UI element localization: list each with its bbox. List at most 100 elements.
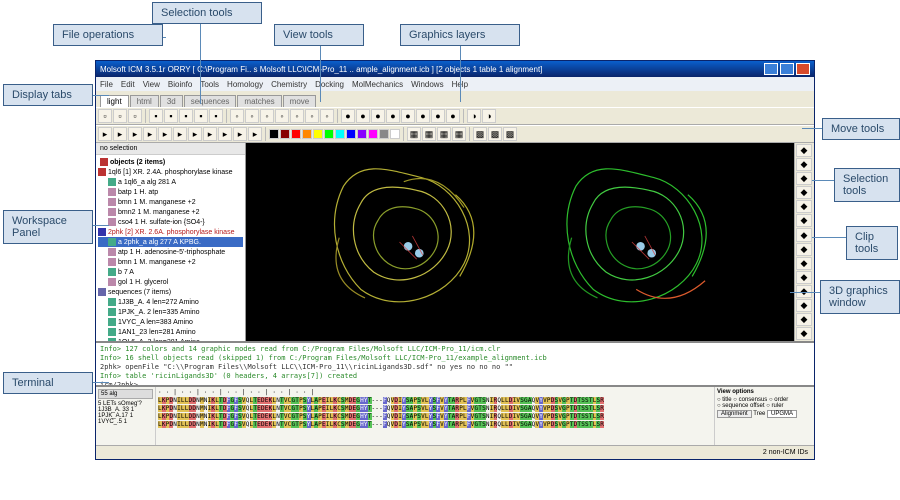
terminal[interactable]: Info> 127 colors and 14 graphic modes re… [96, 341, 814, 385]
label-icon[interactable]: ● [401, 109, 415, 123]
tree-item[interactable]: batp 1 H. atp [98, 187, 243, 197]
tab-sequences[interactable]: sequences [184, 95, 237, 107]
fullscreen-icon[interactable]: ▸ [203, 127, 217, 141]
grid-icon[interactable]: ▩ [473, 127, 487, 141]
ribbon-icon[interactable]: ● [341, 109, 355, 123]
clip-icon[interactable]: ▸ [173, 127, 187, 141]
tree-item[interactable]: bmn 1 M. manganese +2 [98, 257, 243, 267]
palette-color-6[interactable] [335, 129, 345, 139]
palette-color-10[interactable] [379, 129, 389, 139]
tree-item[interactable]: 1J3B_A. 4 len=272 Amino [98, 297, 243, 307]
seq-row[interactable]: LKPDNILLDDNMNIKLTDFGFSVQLTEDEKLNTVCGTPSY… [158, 413, 712, 421]
lasso-r-icon[interactable]: ◆ [796, 228, 812, 241]
menu-file[interactable]: File [100, 80, 113, 89]
layer1-icon[interactable]: ▦ [407, 127, 421, 141]
palette-color-7[interactable] [346, 129, 356, 139]
menu-windows[interactable]: Windows [411, 80, 443, 89]
grow-icon[interactable]: ◦ [320, 109, 334, 123]
tree-item[interactable]: gol 1 H. glycerol [98, 277, 243, 287]
layer4-icon[interactable]: ▦ [452, 127, 466, 141]
tree-item[interactable]: sequences (7 items) [98, 287, 243, 297]
connect-icon[interactable]: ◆ [796, 313, 812, 326]
snapshot-icon[interactable]: ▸ [233, 127, 247, 141]
menu-homology[interactable]: Homology [227, 80, 263, 89]
seq-label[interactable]: 1VYC_.5 1 [98, 419, 153, 425]
layer3-icon[interactable]: ▦ [437, 127, 451, 141]
paste-icon[interactable]: ▪ [209, 109, 223, 123]
slab-icon[interactable]: ◆ [796, 299, 812, 312]
select-icon[interactable]: ◦ [230, 109, 244, 123]
pick-atom-icon[interactable]: ◆ [796, 186, 812, 199]
tree-dropdown[interactable]: UPGMA [767, 410, 797, 418]
undo-icon[interactable]: ▪ [149, 109, 163, 123]
tab-move[interactable]: move [283, 95, 317, 107]
lasso-icon[interactable]: ◦ [245, 109, 259, 123]
color-res-icon[interactable]: ◑ [482, 109, 496, 123]
move-icon[interactable]: ◆ [796, 144, 812, 157]
menu-view[interactable]: View [143, 80, 160, 89]
palette-color-0[interactable] [269, 129, 279, 139]
palette-color-4[interactable] [313, 129, 323, 139]
hbond-icon[interactable]: ● [431, 109, 445, 123]
tree-item[interactable]: 2phk [2] XR. 2.6A. phosphorylase kinase [98, 227, 243, 237]
tab-matches[interactable]: matches [237, 95, 281, 107]
save-icon[interactable]: ▫ [113, 109, 127, 123]
tree-item[interactable]: atp 1 H. adenosine-5'-triphosphate [98, 247, 243, 257]
surface-icon[interactable]: ● [371, 109, 385, 123]
undo-view-icon[interactable]: ▸ [248, 127, 262, 141]
clip-front-icon[interactable]: ◆ [796, 271, 812, 284]
menu-bioinfo[interactable]: Bioinfo [168, 80, 192, 89]
tree-item[interactable]: 1AN1_23 len=281 Amino [98, 327, 243, 337]
minimize-icon[interactable] [764, 63, 778, 75]
site-icon[interactable]: ● [416, 109, 430, 123]
palette-color-9[interactable] [368, 129, 378, 139]
menu-tools[interactable]: Tools [200, 80, 219, 89]
menu-edit[interactable]: Edit [121, 80, 135, 89]
palette-color-1[interactable] [280, 129, 290, 139]
redo-icon[interactable]: ▪ [164, 109, 178, 123]
zoom-icon[interactable]: ▸ [128, 127, 142, 141]
seq-row[interactable]: LKPDNILLDDNMNIKLTDFGFSVQLTEDEKLNTVCGTPSY… [158, 405, 712, 413]
print-icon[interactable]: ▫ [128, 109, 142, 123]
cut-icon[interactable]: ▪ [179, 109, 193, 123]
open-icon[interactable]: ▫ [98, 109, 112, 123]
alignment-button[interactable]: Alignment [717, 410, 752, 418]
menu-molmechanics[interactable]: MolMechanics [352, 80, 403, 89]
palette-color-3[interactable] [302, 129, 312, 139]
tree-root[interactable]: objects (2 items) [98, 157, 243, 167]
fog-icon[interactable]: ▸ [158, 127, 172, 141]
residue-select-icon[interactable]: ◦ [275, 109, 289, 123]
tree-item[interactable]: a 1ql6_a alg 281 A [98, 177, 243, 187]
color-atom-icon[interactable]: ◑ [467, 109, 481, 123]
copy-icon[interactable]: ▪ [194, 109, 208, 123]
zcenter-icon[interactable]: ◆ [796, 172, 812, 185]
tree-item[interactable]: 1ql6 [1] XR. 2.4A. phosphorylase kinase [98, 167, 243, 177]
alignment-sequences[interactable]: · · | · · | · · | · · | · · | · · | · · … [156, 387, 714, 445]
axes-icon[interactable]: ▩ [488, 127, 502, 141]
tree-item[interactable]: bmn 1 M. manganese +2 [98, 197, 243, 207]
box-icon[interactable]: ● [446, 109, 460, 123]
tree-item[interactable]: bmn2 1 M. manganese +2 [98, 207, 243, 217]
atom-select-icon[interactable]: ◦ [260, 109, 274, 123]
invert-icon[interactable]: ◦ [290, 109, 304, 123]
stereo-icon[interactable]: ▸ [188, 127, 202, 141]
pick-res-icon[interactable]: ◆ [796, 200, 812, 213]
palette-color-11[interactable] [390, 129, 400, 139]
tree-item[interactable]: 1VYC_A len=383 Amino [98, 317, 243, 327]
translate-icon[interactable]: ▸ [113, 127, 127, 141]
ruler-icon[interactable]: ▩ [503, 127, 517, 141]
antialias-icon[interactable]: ▸ [218, 127, 232, 141]
maximize-icon[interactable] [780, 63, 794, 75]
rotate-icon[interactable]: ▸ [98, 127, 112, 141]
pick-mol-icon[interactable]: ◆ [796, 214, 812, 227]
camera-icon[interactable]: ◆ [796, 327, 812, 340]
layer2-icon[interactable]: ▦ [422, 127, 436, 141]
palette-color-5[interactable] [324, 129, 334, 139]
seq-row[interactable]: LKPDNILLDDNMNIKLTDFGFSVQLTEDEKLNTVCGTPSY… [158, 421, 712, 429]
workspace-tree[interactable]: objects (2 items)1ql6 [1] XR. 2.4A. phos… [96, 155, 245, 341]
tab-3d[interactable]: 3d [160, 95, 183, 107]
tree-item[interactable]: b 7 A [98, 267, 243, 277]
tree-item[interactable]: a 2phk_a alg 277 A KPBG. [98, 237, 243, 247]
palette-color-2[interactable] [291, 129, 301, 139]
tab-html[interactable]: html [130, 95, 159, 107]
